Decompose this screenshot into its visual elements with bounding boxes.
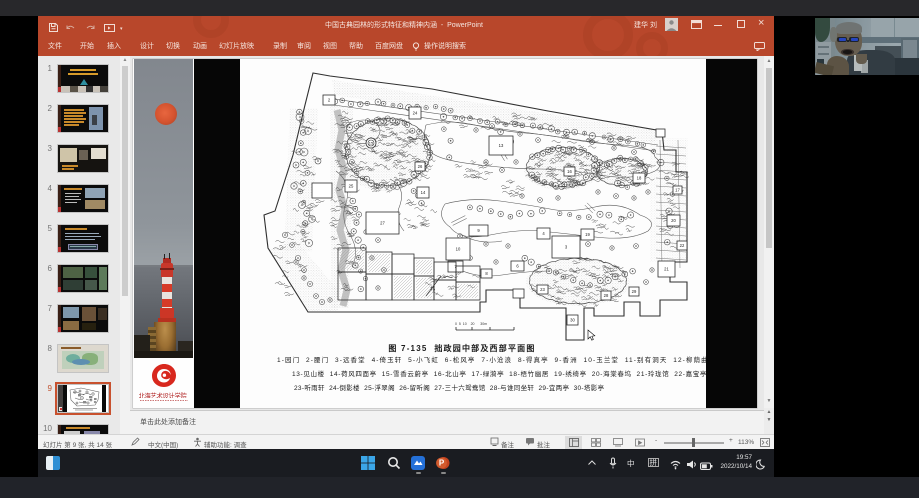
svg-text:23: 23 xyxy=(540,287,545,292)
svg-text:26: 26 xyxy=(418,164,423,169)
svg-text:15: 15 xyxy=(369,141,374,146)
svg-text:23-听雨轩 24-倒影楼 25-浮翠阁 26-留听阁: 23-听雨轩 24-倒影楼 25-浮翠阁 26-留听阁 27-三十六鸳鸯馆 28… xyxy=(294,383,605,392)
svg-text:19: 19 xyxy=(585,232,590,237)
svg-text:21: 21 xyxy=(664,267,669,272)
svg-text:1-园门 2-腰门 3-远香堂 4-倚玉轩 5-小飞: 1-园门 2-腰门 3-远香堂 4-倚玉轩 5-小飞虹 6-松风亭 7-小沧浪 … xyxy=(277,355,706,364)
svg-text:25: 25 xyxy=(349,184,354,189)
svg-text:24: 24 xyxy=(413,111,418,116)
svg-text:17: 17 xyxy=(675,188,680,193)
svg-text:28: 28 xyxy=(604,293,609,298)
svg-text:北: 北 xyxy=(430,285,435,292)
svg-text:0 5 10 20 30m: 0 5 10 20 30m xyxy=(455,322,487,326)
svg-text:图 7-135 拙政园中部及西部平面图: 图 7-135 拙政园中部及西部平面图 xyxy=(388,343,535,353)
svg-text:27: 27 xyxy=(380,221,385,226)
svg-text:30: 30 xyxy=(570,318,575,323)
svg-text:16: 16 xyxy=(567,169,572,174)
svg-text:18: 18 xyxy=(637,176,642,181)
svg-text:P: P xyxy=(439,459,445,468)
svg-text:29: 29 xyxy=(632,289,637,294)
svg-text:13-见山楼 14-荷风四面亭 15-雪香云蔚亭 16: 13-见山楼 14-荷风四面亭 15-雪香云蔚亭 16-北山亭 17-绿漪亭 1… xyxy=(292,369,706,378)
svg-text:20: 20 xyxy=(671,218,676,223)
svg-text:22: 22 xyxy=(680,243,685,248)
svg-text:14: 14 xyxy=(421,190,426,195)
svg-text:13: 13 xyxy=(499,143,504,148)
svg-text:10: 10 xyxy=(456,247,461,252)
